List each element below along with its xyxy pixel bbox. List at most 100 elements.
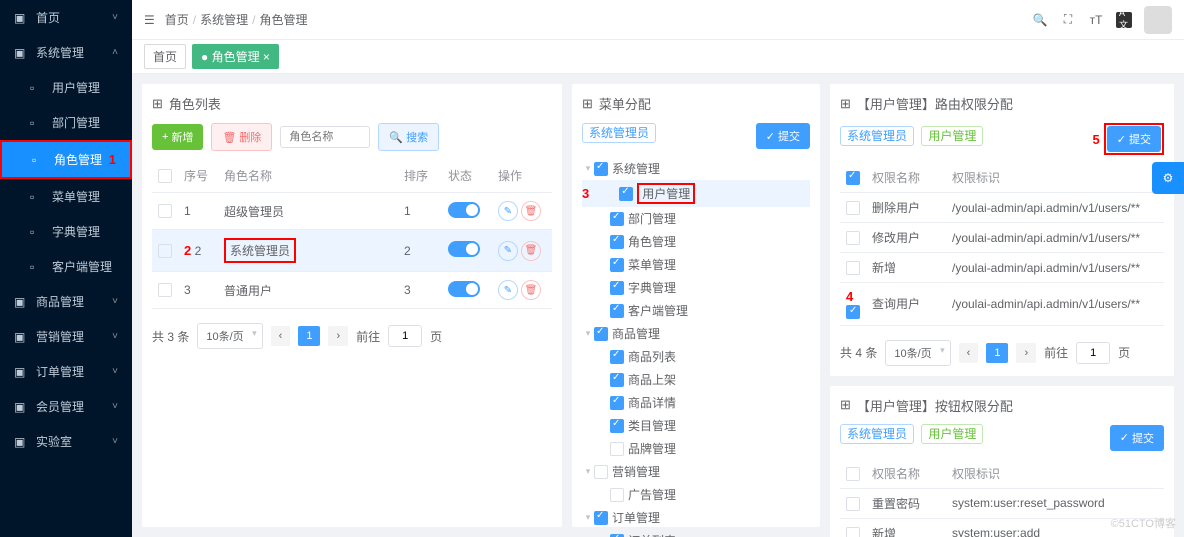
tree-node[interactable]: 角色管理 [582, 230, 810, 253]
edit-button[interactable]: ✎ [498, 280, 518, 300]
tree-checkbox[interactable] [610, 212, 624, 226]
tree-checkbox[interactable] [594, 465, 608, 479]
page-size-select[interactable]: 10条/页 [197, 323, 262, 349]
table-row[interactable]: 2 2 系统管理员 2 ✎🗑 [152, 230, 552, 272]
sidebar-item[interactable]: ▣系统管理˄ [0, 35, 132, 70]
avatar[interactable] [1144, 6, 1172, 34]
edit-button[interactable]: ✎ [498, 241, 518, 261]
sidebar-sub-item[interactable]: ▫部门管理 [0, 105, 132, 140]
sidebar-item[interactable]: ▣会员管理˅ [0, 389, 132, 424]
tree-checkbox[interactable] [610, 488, 624, 502]
next-page[interactable]: › [1016, 343, 1036, 363]
sidebar-sub-item[interactable]: ▫字典管理 [0, 214, 132, 249]
sidebar-sub-item[interactable]: ▫客户端管理 [0, 249, 132, 284]
tree-node[interactable]: 客户端管理 [582, 299, 810, 322]
tree-node[interactable]: 商品列表 [582, 345, 810, 368]
tree-checkbox[interactable] [594, 162, 608, 176]
tree-checkbox[interactable] [610, 373, 624, 387]
prev-page[interactable]: ‹ [959, 343, 979, 363]
tree-checkbox[interactable] [594, 511, 608, 525]
caret-icon[interactable]: ▾ [582, 328, 594, 339]
fullscreen-icon[interactable]: ⛶ [1060, 12, 1076, 28]
table-row[interactable]: 删除用户 /youlai-admin/api.admin/v1/users/** [840, 193, 1164, 223]
add-button[interactable]: + 新增 [152, 124, 203, 150]
tree-node[interactable]: 订单列表 [582, 529, 810, 537]
tree-node[interactable]: ▾ 系统管理 [582, 157, 810, 180]
sidebar-sub-item[interactable]: ▫用户管理 [0, 70, 132, 105]
row-checkbox[interactable] [158, 283, 172, 297]
page-1[interactable]: 1 [986, 343, 1008, 363]
table-row[interactable]: 1 超级管理员 1 ✎🗑 [152, 193, 552, 230]
tree-node[interactable]: 商品上架 [582, 368, 810, 391]
row-checkbox[interactable] [846, 527, 860, 537]
sidebar-sub-item[interactable]: ▫菜单管理 [0, 179, 132, 214]
submit-button-perm[interactable]: ✓ 提交 [1110, 425, 1164, 451]
tree-checkbox[interactable] [610, 419, 624, 433]
submit-menu-button[interactable]: ✓ 提交 [756, 123, 810, 149]
sidebar-sub-item[interactable]: ▫角色管理1 [0, 140, 132, 179]
sidebar-item[interactable]: ▣首页˅ [0, 0, 132, 35]
tree-node[interactable]: 菜单管理 [582, 253, 810, 276]
breadcrumb-item[interactable]: 首页 [165, 13, 189, 27]
tree-node[interactable]: ▾ 营销管理 [582, 460, 810, 483]
table-row[interactable]: 修改用户 /youlai-admin/api.admin/v1/users/** [840, 223, 1164, 253]
prev-page[interactable]: ‹ [271, 326, 291, 346]
delete-button[interactable]: 🗑 [521, 280, 541, 300]
goto-input[interactable] [388, 325, 422, 347]
page-size-select[interactable]: 10条/页 [885, 340, 950, 366]
font-size-icon[interactable]: тT [1088, 12, 1104, 28]
tree-node[interactable]: 品牌管理 [582, 437, 810, 460]
delete-button[interactable]: 🗑 删除 [211, 123, 272, 151]
tab[interactable]: ● 角色管理 × [192, 44, 279, 69]
page-1[interactable]: 1 [298, 326, 320, 346]
row-checkbox[interactable] [846, 201, 860, 215]
checkbox-all[interactable] [846, 467, 860, 481]
edit-button[interactable]: ✎ [498, 201, 518, 221]
table-row[interactable]: 4 查询用户 /youlai-admin/api.admin/v1/users/… [840, 283, 1164, 326]
checkbox-all[interactable] [846, 171, 860, 185]
tree-node[interactable]: 商品详情 [582, 391, 810, 414]
submit-route-button[interactable]: ✓ 提交 [1107, 126, 1161, 152]
tree-node[interactable]: 3 用户管理 [582, 180, 810, 207]
tree-checkbox[interactable] [610, 350, 624, 364]
delete-button[interactable]: 🗑 [521, 241, 541, 261]
tree-checkbox[interactable] [619, 187, 633, 201]
row-checkbox[interactable] [846, 231, 860, 245]
status-switch[interactable] [448, 241, 480, 257]
caret-icon[interactable]: ▾ [582, 466, 594, 477]
row-checkbox[interactable] [158, 204, 172, 218]
tab[interactable]: 首页 [144, 44, 186, 69]
search-icon[interactable]: 🔍 [1032, 12, 1048, 28]
sidebar-item[interactable]: ▣实验室˅ [0, 424, 132, 459]
tree-checkbox[interactable] [610, 534, 624, 537]
row-checkbox[interactable] [846, 497, 860, 511]
table-row[interactable]: 新增 /youlai-admin/api.admin/v1/users/** [840, 253, 1164, 283]
tree-checkbox[interactable] [610, 442, 624, 456]
lang-icon[interactable]: A文 [1116, 12, 1132, 28]
row-checkbox[interactable] [158, 244, 172, 258]
delete-button[interactable]: 🗑 [521, 201, 541, 221]
next-page[interactable]: › [328, 326, 348, 346]
settings-gear-icon[interactable]: ⚙ [1152, 162, 1184, 194]
breadcrumb-item[interactable]: 系统管理 [200, 13, 248, 27]
tree-checkbox[interactable] [594, 327, 608, 341]
caret-icon[interactable]: ▾ [582, 163, 594, 174]
row-checkbox[interactable] [846, 305, 860, 319]
table-row[interactable]: 3 普通用户 3 ✎🗑 [152, 272, 552, 309]
hamburger-icon[interactable]: ☰ [144, 13, 155, 27]
checkbox-all[interactable] [158, 169, 172, 183]
tree-node[interactable]: ▾ 商品管理 [582, 322, 810, 345]
search-button[interactable]: 🔍 搜索 [378, 123, 439, 151]
caret-icon[interactable]: ▾ [582, 512, 594, 523]
tree-checkbox[interactable] [610, 281, 624, 295]
sidebar-item[interactable]: ▣营销管理˅ [0, 319, 132, 354]
tree-node[interactable]: ▾ 订单管理 [582, 506, 810, 529]
tree-node[interactable]: 部门管理 [582, 207, 810, 230]
tree-node[interactable]: 广告管理 [582, 483, 810, 506]
status-switch[interactable] [448, 281, 480, 297]
tree-checkbox[interactable] [610, 235, 624, 249]
tree-checkbox[interactable] [610, 258, 624, 272]
tree-checkbox[interactable] [610, 304, 624, 318]
sidebar-item[interactable]: ▣商品管理˅ [0, 284, 132, 319]
tree-node[interactable]: 字典管理 [582, 276, 810, 299]
